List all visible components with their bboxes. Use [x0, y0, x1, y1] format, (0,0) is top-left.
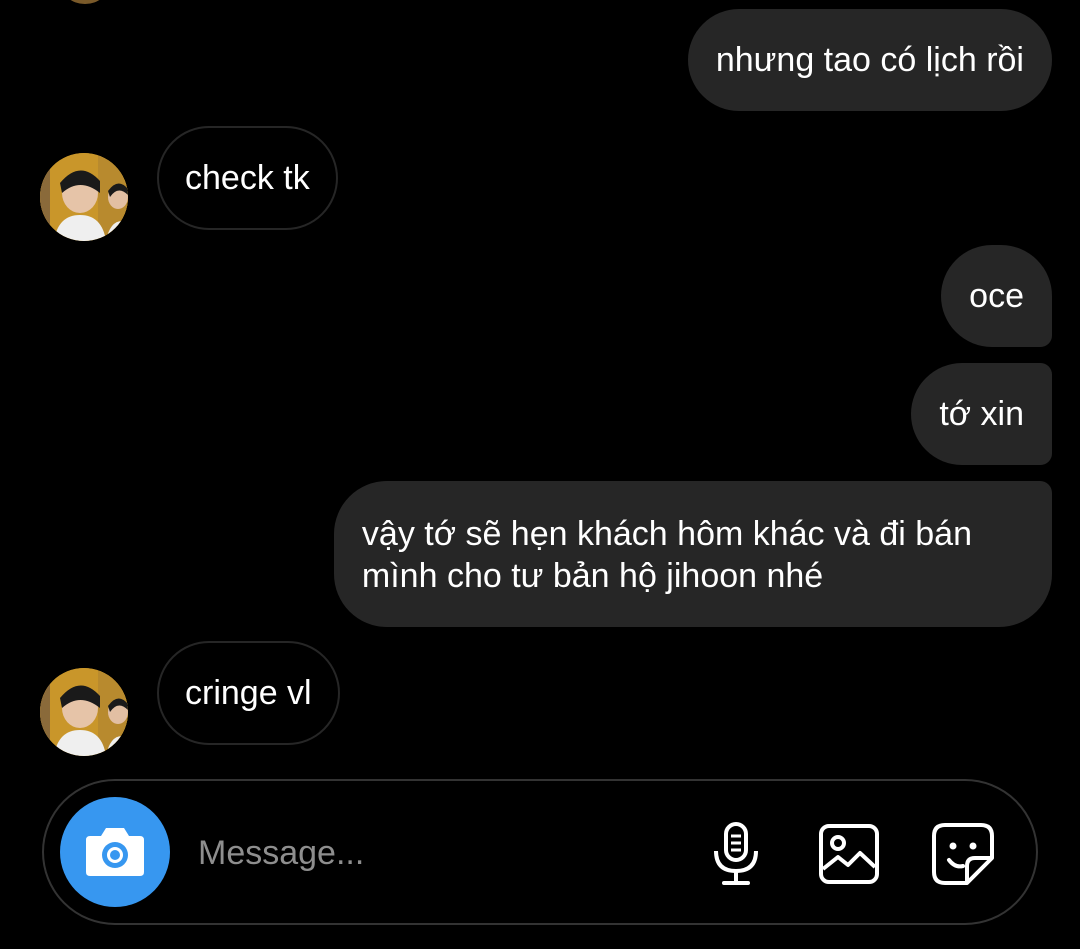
message-bubble-sent[interactable]: nhưng tao có lịch rồi [687, 9, 1052, 111]
sticker-icon [932, 823, 994, 885]
message-text: oce [969, 277, 1024, 315]
message-bubble-sent[interactable]: tớ xin [911, 363, 1052, 465]
message-text: tớ xin [939, 395, 1024, 433]
message-bubble-sent[interactable]: oce [941, 245, 1052, 347]
message-bubble-received[interactable]: check tk [157, 126, 338, 230]
avatar[interactable] [40, 153, 128, 241]
message-bubble-received[interactable]: cringe vl [157, 641, 340, 745]
message-composer [42, 779, 1038, 925]
camera-icon [86, 828, 144, 876]
message-bubble-sent[interactable]: vậy tớ sẽ hẹn khách hôm khác và đi bán m… [333, 481, 1052, 627]
microphone-icon [714, 822, 758, 885]
message-text: cringe vl [185, 674, 312, 712]
avatar-partial[interactable] [60, 0, 110, 4]
sticker-button[interactable] [928, 819, 998, 889]
message-text-line: mình cho tư bản hộ jihoon nhé [361, 557, 824, 595]
message-text-line: vậy tớ sẽ hẹn khách hôm khác và đi bán [361, 515, 972, 553]
gallery-button[interactable] [814, 819, 884, 889]
camera-button[interactable] [60, 797, 170, 907]
microphone-button[interactable] [701, 819, 771, 889]
avatar[interactable] [40, 668, 128, 756]
image-gallery-icon [819, 824, 879, 884]
message-text: nhưng tao có lịch rồi [715, 41, 1024, 79]
message-text: check tk [185, 159, 310, 197]
message-input[interactable] [194, 821, 662, 885]
